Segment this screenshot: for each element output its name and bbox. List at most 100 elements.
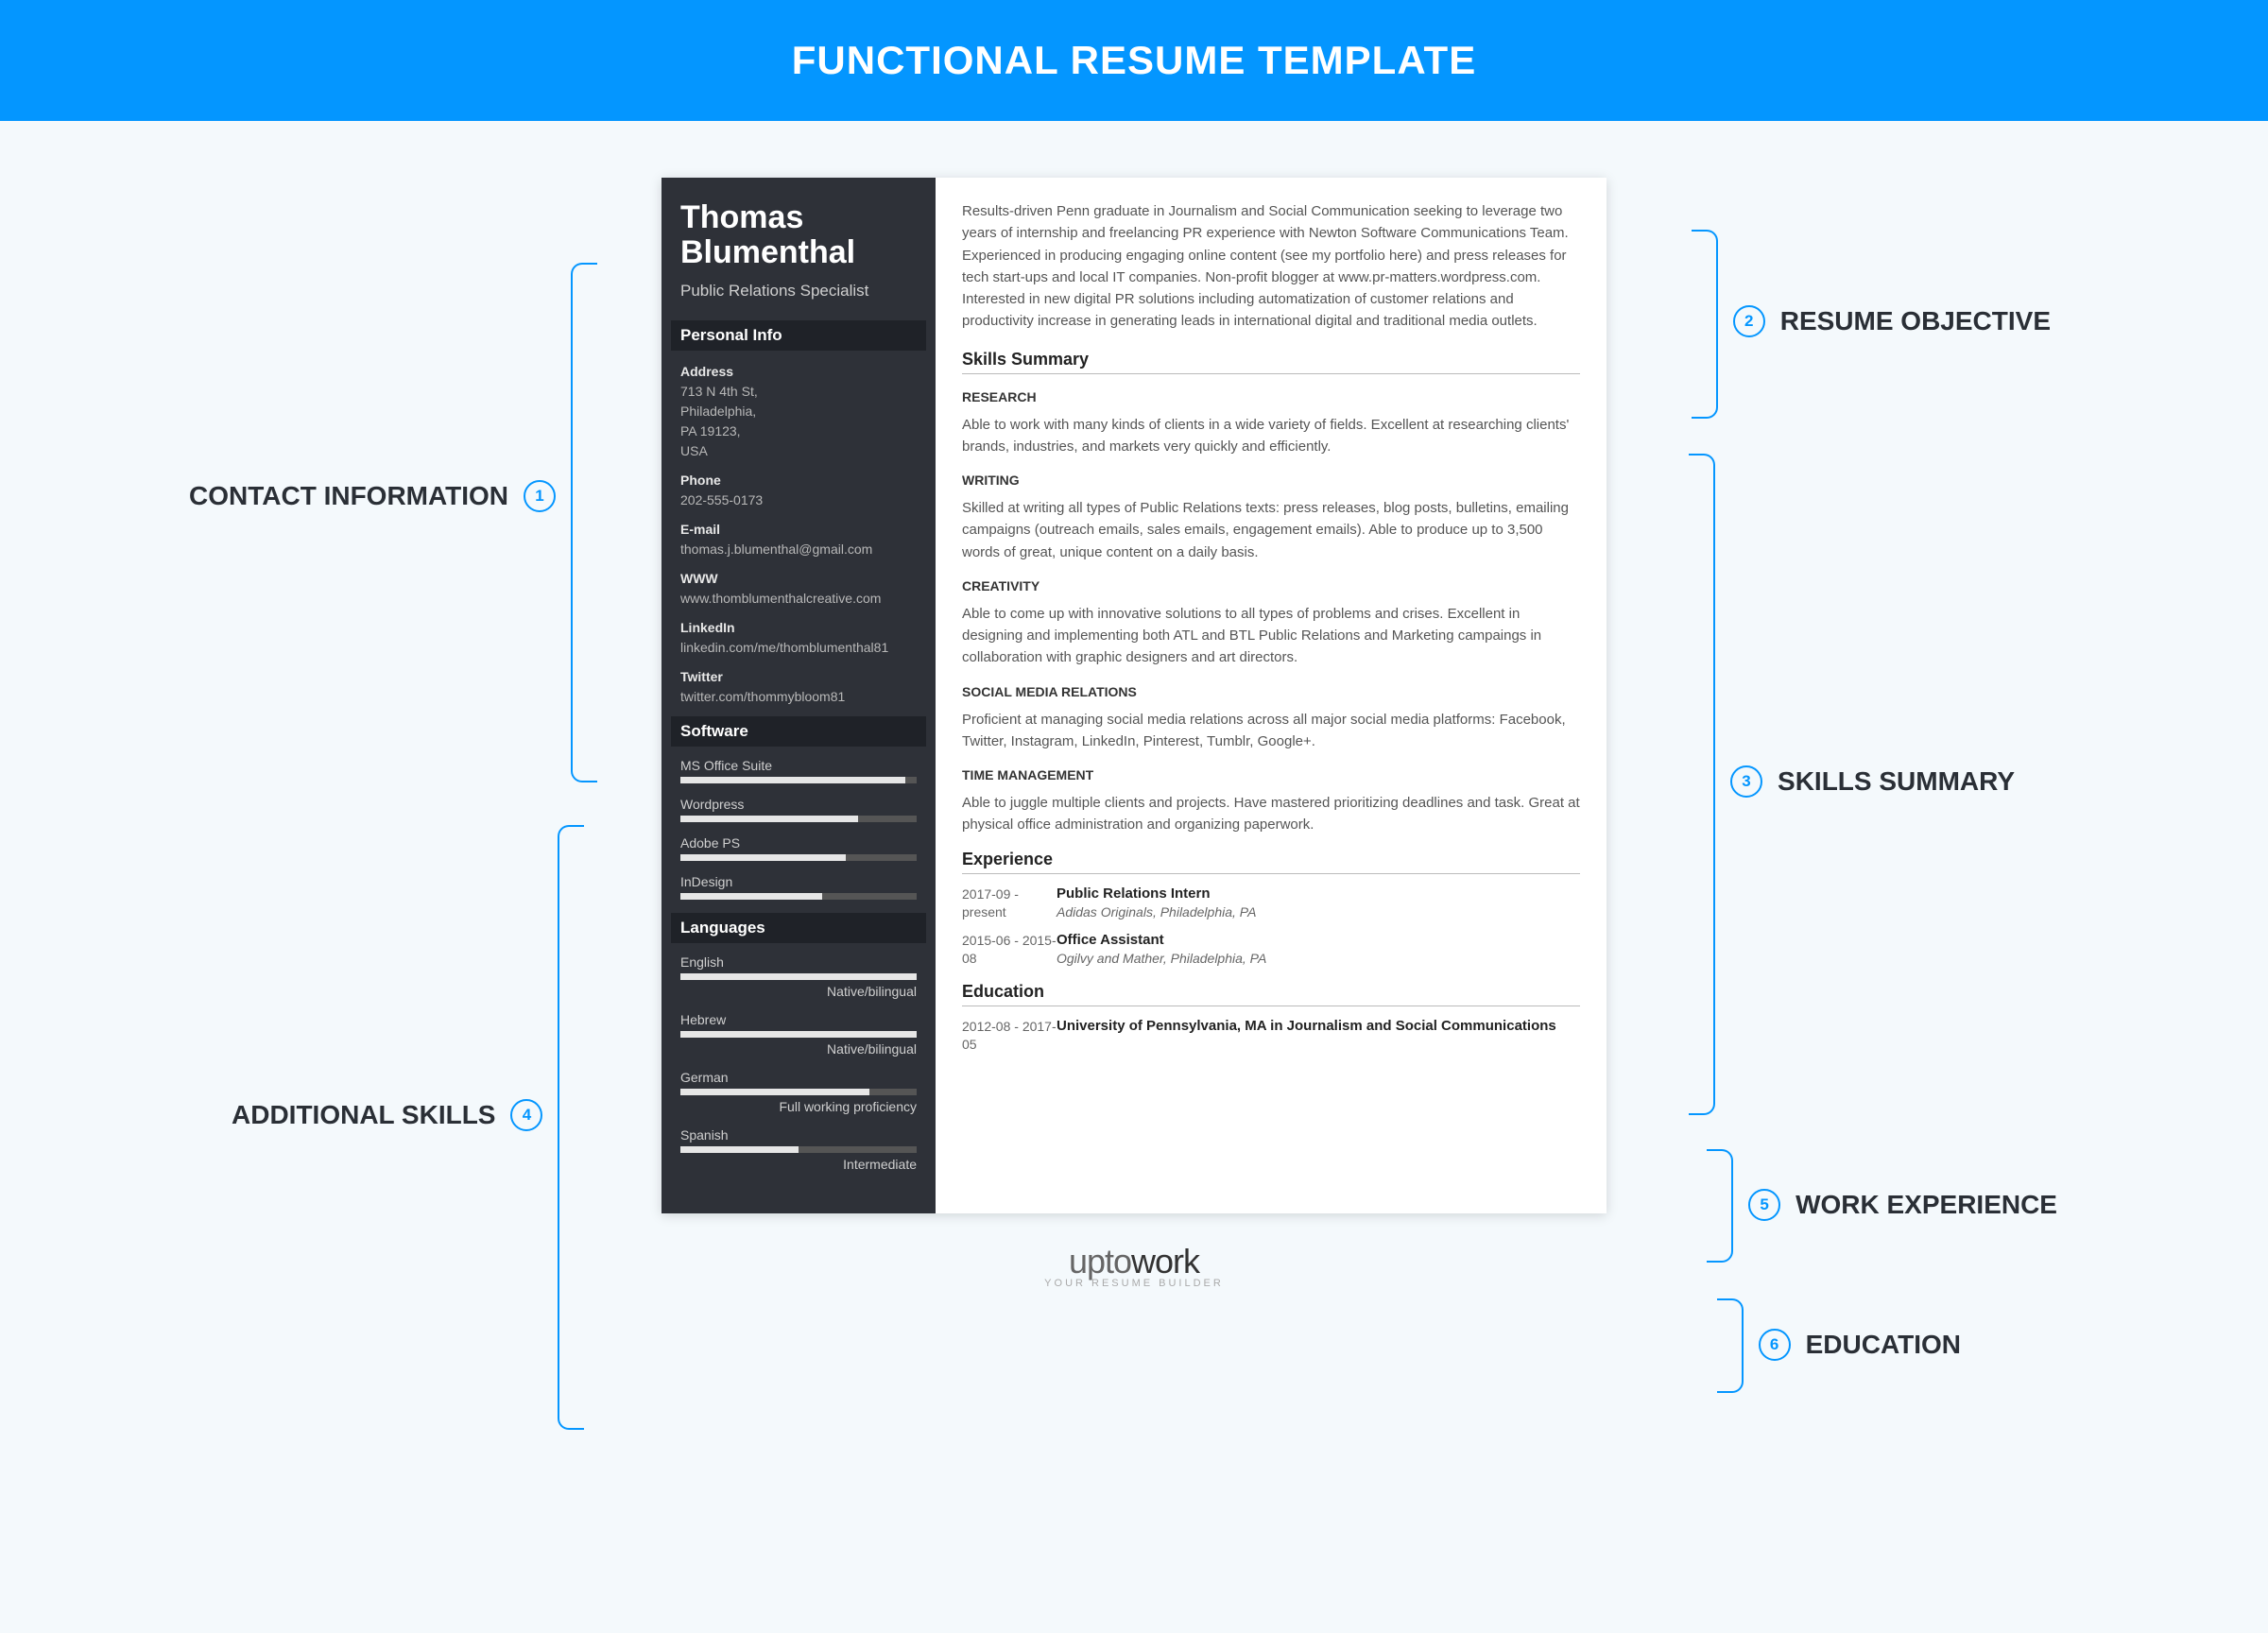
lang-bar [680, 973, 917, 980]
lang-name: English [680, 954, 917, 970]
callout-label: WORK EXPERIENCE [1796, 1190, 2057, 1220]
exp-date: 2017-09 - present [962, 885, 1057, 922]
person-name: Thomas Blumenthal [680, 200, 917, 271]
skill-text: Able to work with many kinds of clients … [962, 414, 1580, 458]
lang-bar [680, 1089, 917, 1095]
software-header: Software [671, 716, 926, 747]
language-skill: English Native/bilingual [680, 954, 917, 999]
label: LinkedIn [680, 618, 917, 638]
bracket [1707, 1149, 1733, 1263]
bracket [571, 263, 597, 782]
footer-brand: uptowork [0, 1242, 2268, 1281]
label: WWW [680, 569, 917, 589]
software-skill: MS Office Suite [680, 758, 917, 783]
skill-title: SOCIAL MEDIA RELATIONS [962, 684, 1580, 699]
value: 713 N 4th St, Philadelphia, PA 19123, US… [680, 382, 917, 461]
lang-level: Native/bilingual [680, 984, 917, 999]
skill-text: Skilled at writing all types of Public R… [962, 497, 1580, 563]
callout-number: 5 [1748, 1189, 1780, 1221]
brand-part1: upto [1069, 1242, 1131, 1281]
callout-label: CONTACT INFORMATION [189, 481, 508, 511]
bracket [1692, 230, 1718, 419]
label: E-mail [680, 520, 917, 540]
lang-name: German [680, 1070, 917, 1085]
person-title: Public Relations Specialist [680, 281, 917, 301]
value: twitter.com/thommybloom81 [680, 687, 917, 707]
software-skill: Adobe PS [680, 835, 917, 861]
skill-block: WRITING Skilled at writing all types of P… [962, 473, 1580, 563]
callout-work: 5 WORK EXPERIENCE [1748, 1189, 2057, 1221]
bracket [1689, 454, 1715, 1115]
skill-name: InDesign [680, 874, 917, 889]
callout-contact: CONTACT INFORMATION 1 [189, 480, 556, 512]
skill-block: CREATIVITYAble to come up with innovativ… [962, 578, 1580, 669]
footer-tagline: YOUR RESUME BUILDER [0, 1278, 2268, 1289]
lang-level: Full working proficiency [680, 1099, 917, 1114]
info-www: WWW www.thomblumenthalcreative.com [680, 569, 917, 609]
skill-name: MS Office Suite [680, 758, 917, 773]
info-phone: Phone 202-555-0173 [680, 471, 917, 510]
skill-title: WRITING [962, 473, 1580, 488]
value: 202-555-0173 [680, 490, 917, 510]
callout-number: 1 [524, 480, 556, 512]
lang-name: Hebrew [680, 1012, 917, 1027]
label: Address [680, 362, 917, 382]
lang-bar [680, 1031, 917, 1038]
callout-objective: 2 RESUME OBJECTIVE [1733, 305, 2051, 337]
education-header: Education [962, 982, 1580, 1006]
software-skill: Wordpress [680, 797, 917, 822]
skill-bar [680, 854, 917, 861]
skills-summary-header: Skills Summary [962, 350, 1580, 374]
personal-info-header: Personal Info [671, 320, 926, 351]
skill-name: Adobe PS [680, 835, 917, 851]
language-skill: Hebrew Native/bilingual [680, 1012, 917, 1057]
skill-text: Able to juggle multiple clients and proj… [962, 792, 1580, 836]
skill-title: TIME MANAGEMENT [962, 767, 1580, 782]
callout-label: ADDITIONAL SKILLS [232, 1100, 495, 1130]
edu-degree: University of Pennsylvania, MA in Journa… [1057, 1018, 1580, 1034]
languages-header: Languages [671, 913, 926, 943]
skill-block: SOCIAL MEDIA RELATIONS Proficient at mana… [962, 684, 1580, 753]
callout-label: SKILLS SUMMARY [1778, 766, 2015, 797]
callout-number: 4 [510, 1099, 542, 1131]
info-address: Address 713 N 4th St, Philadelphia, PA 1… [680, 362, 917, 461]
exp-date: 2015-06 - 2015-08 [962, 932, 1057, 969]
education-row: 2012-08 - 2017-05University of Pennsylva… [962, 1018, 1580, 1055]
skill-block: RESEARCH Able to work with many kinds of … [962, 389, 1580, 458]
language-skill: German Full working proficiency [680, 1070, 917, 1114]
skill-text: Proficient at managing social media rela… [962, 709, 1580, 753]
info-linkedin: LinkedIn linkedin.com/me/thomblumenthal8… [680, 618, 917, 658]
callout-additional: ADDITIONAL SKILLS 4 [232, 1099, 542, 1131]
software-skill: InDesign [680, 874, 917, 900]
bracket [558, 825, 584, 1430]
callout-label: RESUME OBJECTIVE [1780, 306, 2051, 336]
skill-title: RESEARCH [962, 389, 1580, 404]
exp-org: Adidas Originals, Philadelphia, PA [1057, 904, 1580, 920]
resume-objective: Results-driven Penn graduate in Journali… [962, 200, 1580, 333]
value: thomas.j.blumenthal@gmail.com [680, 540, 917, 559]
language-skill: Spanish Intermediate [680, 1127, 917, 1172]
label: Phone [680, 471, 917, 490]
main-content: Results-driven Penn graduate in Journali… [936, 178, 1606, 1213]
skill-bar [680, 893, 917, 900]
label: Twitter [680, 667, 917, 687]
info-email: E-mail thomas.j.blumenthal@gmail.com [680, 520, 917, 559]
callout-education: 6 EDUCATION [1759, 1329, 1961, 1361]
lang-level: Intermediate [680, 1157, 917, 1172]
bracket [1717, 1298, 1744, 1393]
banner-title: FUNCTIONAL RESUME TEMPLATE [0, 0, 2268, 121]
resume-document: Thomas Blumenthal Public Relations Speci… [662, 178, 1606, 1213]
experience-row: 2017-09 - presentPublic Relations Intern… [962, 885, 1580, 922]
lang-name: Spanish [680, 1127, 917, 1143]
skill-name: Wordpress [680, 797, 917, 812]
value: www.thomblumenthalcreative.com [680, 589, 917, 609]
lang-level: Native/bilingual [680, 1041, 917, 1057]
experience-row: 2015-06 - 2015-08Office AssistantOgilvy … [962, 932, 1580, 969]
exp-role: Public Relations Intern [1057, 885, 1580, 902]
skill-bar [680, 777, 917, 783]
exp-role: Office Assistant [1057, 932, 1580, 948]
callout-label: EDUCATION [1806, 1330, 1961, 1360]
canvas: CONTACT INFORMATION 1 ADDITIONAL SKILLS … [0, 121, 2268, 1355]
callout-skills: 3 SKILLS SUMMARY [1730, 765, 2015, 798]
experience-header: Experience [962, 850, 1580, 874]
